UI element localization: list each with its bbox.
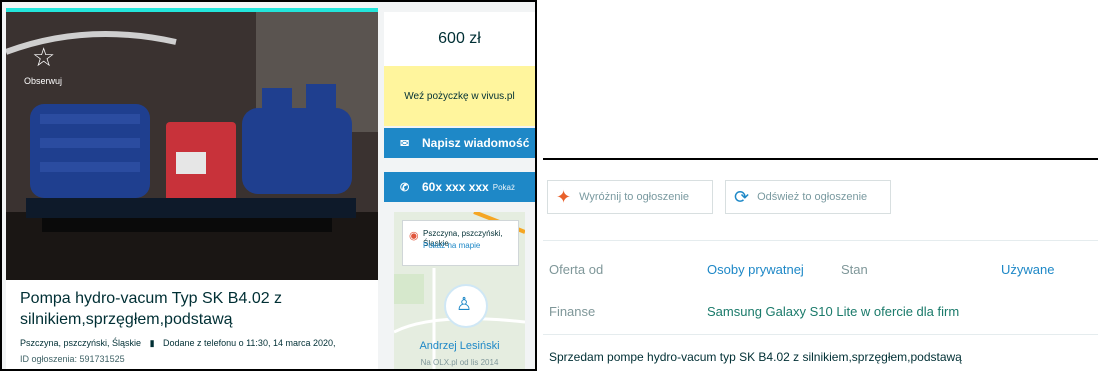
listing-screenshot: ☆ Obserwuj Pompa hydro-vacum Typ SK B4.0… — [0, 0, 537, 371]
user-icon: ♙ — [456, 294, 473, 314]
finance-value[interactable]: Samsung Galaxy S10 Lite w ofercie dla fi… — [707, 304, 959, 319]
phone-button[interactable]: ✆ 60x xxx xxx Pokaż — [384, 172, 535, 202]
condition-label: Stan — [841, 262, 868, 277]
listing-location: Pszczyna, pszczyński, Śląskie — [20, 338, 142, 348]
map-location-card: ◉ Pszczyna, pszczyński, Śląskie Pokaż na… — [402, 220, 519, 266]
refresh-label: Odśwież to ogłoszenie — [757, 191, 868, 203]
show-on-map-link[interactable]: Pokaż na mapie — [423, 241, 480, 250]
map-widget[interactable]: ◉ Pszczyna, pszczyński, Śląskie Pokaż na… — [394, 212, 525, 369]
phone-icon: ✆ — [400, 181, 410, 194]
listing-id: ID ogłoszenia: 591731525 — [20, 354, 125, 364]
condition-value[interactable]: Używane — [1001, 262, 1054, 277]
listing-photo[interactable]: ☆ Obserwuj — [6, 12, 378, 280]
phone-small-icon: ▮ — [149, 338, 155, 348]
user-since: Na OLX.pl od lis 2014 — [420, 358, 499, 367]
kite-icon: ✦ — [556, 186, 572, 207]
star-icon[interactable]: ☆ — [32, 42, 55, 73]
divider — [543, 240, 1098, 241]
promote-button[interactable]: ✦ Wyróżnij to ogłoszenie — [547, 180, 713, 214]
message-button[interactable]: ✉ Napisz wiadomość — [384, 128, 535, 158]
promote-label: Wyróżnij to ogłoszenie — [579, 191, 690, 203]
refresh-icon: ⟳ — [734, 186, 750, 207]
mail-icon: ✉ — [400, 137, 410, 150]
divider — [543, 334, 1098, 335]
offer-from-value[interactable]: Osoby prywatnej — [707, 262, 804, 277]
show-phone-link[interactable]: Pokaż — [493, 183, 515, 192]
finance-label: Finanse — [549, 304, 596, 319]
pin-icon: ◉ — [409, 230, 419, 242]
listing-title: Pompa hydro-vacum Typ SK B4.02 z silniki… — [20, 290, 283, 328]
message-button-label: Napisz wiadomość — [422, 136, 530, 150]
listing-description: Sprzedam pompe hydro-vacum typ SK B4.02 … — [549, 350, 962, 364]
price: 600 zł — [384, 12, 535, 66]
listing-added: Dodane z telefonu o 11:30, 14 marca 2020… — [163, 338, 336, 348]
pump-image — [6, 12, 378, 280]
listing-meta: Pszczyna, pszczyński, Śląskie ▮ Dodane z… — [20, 338, 336, 349]
phone-number: 60x xxx xxx — [422, 180, 489, 194]
offer-from-label: Oferta od — [549, 262, 604, 277]
listing-actions-screenshot: ✦ Wyróżnij to ogłoszenie ⟳ Odśwież to og… — [543, 158, 1098, 373]
observe-label[interactable]: Obserwuj — [24, 76, 62, 86]
refresh-button[interactable]: ⟳ Odśwież to ogłoszenie — [725, 180, 891, 214]
avatar[interactable]: ♙ — [444, 284, 488, 328]
loan-banner[interactable]: Weź pożyczkę w vivus.pl — [384, 66, 535, 126]
listing-details: Pompa hydro-vacum Typ SK B4.02 z silniki… — [6, 280, 378, 369]
user-name[interactable]: Andrzej Lesiński — [394, 340, 525, 352]
